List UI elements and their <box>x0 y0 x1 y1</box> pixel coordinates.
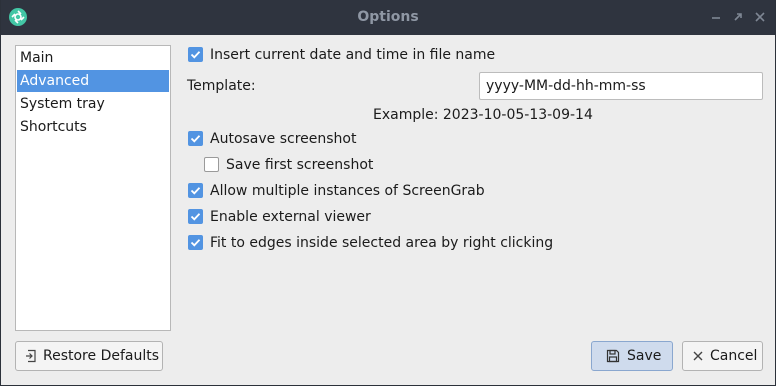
close-icon[interactable] <box>753 10 767 24</box>
cancel-icon <box>691 349 705 363</box>
minimize-icon[interactable] <box>709 10 723 24</box>
save-button[interactable]: Save <box>591 341 673 371</box>
save-icon <box>606 349 620 363</box>
category-item-advanced[interactable]: Advanced <box>17 70 169 92</box>
category-list[interactable]: Main Advanced System tray Shortcuts <box>15 45 171 331</box>
insert-datetime-label: Insert current date and time in file nam… <box>210 47 496 63</box>
category-item-shortcuts[interactable]: Shortcuts <box>17 116 169 138</box>
restore-defaults-label: Restore Defaults <box>43 348 160 364</box>
autosave-label: Autosave screenshot <box>210 131 357 147</box>
save-first-label: Save first screenshot <box>226 157 374 173</box>
restore-defaults-icon <box>24 349 38 363</box>
options-dialog: Options Main Advanced System tray Shortc… <box>0 0 776 386</box>
checkbox-unchecked-icon[interactable] <box>204 157 219 172</box>
template-input[interactable] <box>479 72 763 100</box>
cancel-label: Cancel <box>710 348 758 364</box>
checkbox-checked-icon[interactable] <box>188 235 203 250</box>
window-title: Options <box>357 9 419 25</box>
multiple-instances-label: Allow multiple instances of ScreenGrab <box>210 183 485 199</box>
fit-edges-label: Fit to edges inside selected area by rig… <box>210 235 554 251</box>
category-label: Advanced <box>20 73 90 89</box>
category-label: Main <box>20 50 54 66</box>
category-label: Shortcuts <box>20 119 87 135</box>
example-text: Example: 2023-10-05-13-09-14 <box>373 107 593 123</box>
checkbox-checked-icon[interactable] <box>188 183 203 198</box>
checkbox-checked-icon[interactable] <box>188 209 203 224</box>
category-item-system-tray[interactable]: System tray <box>17 93 169 115</box>
save-label: Save <box>627 348 662 364</box>
template-label: Template: <box>187 78 256 94</box>
checkbox-checked-icon[interactable] <box>188 47 203 62</box>
cancel-button[interactable]: Cancel <box>682 341 763 371</box>
external-viewer-label: Enable external viewer <box>210 209 371 225</box>
restore-icon[interactable] <box>731 10 745 24</box>
checkbox-checked-icon[interactable] <box>188 131 203 146</box>
restore-defaults-button[interactable]: Restore Defaults <box>15 341 163 371</box>
title-bar[interactable]: Options <box>1 0 775 35</box>
category-item-main[interactable]: Main <box>17 47 169 69</box>
category-label: System tray <box>20 96 105 112</box>
